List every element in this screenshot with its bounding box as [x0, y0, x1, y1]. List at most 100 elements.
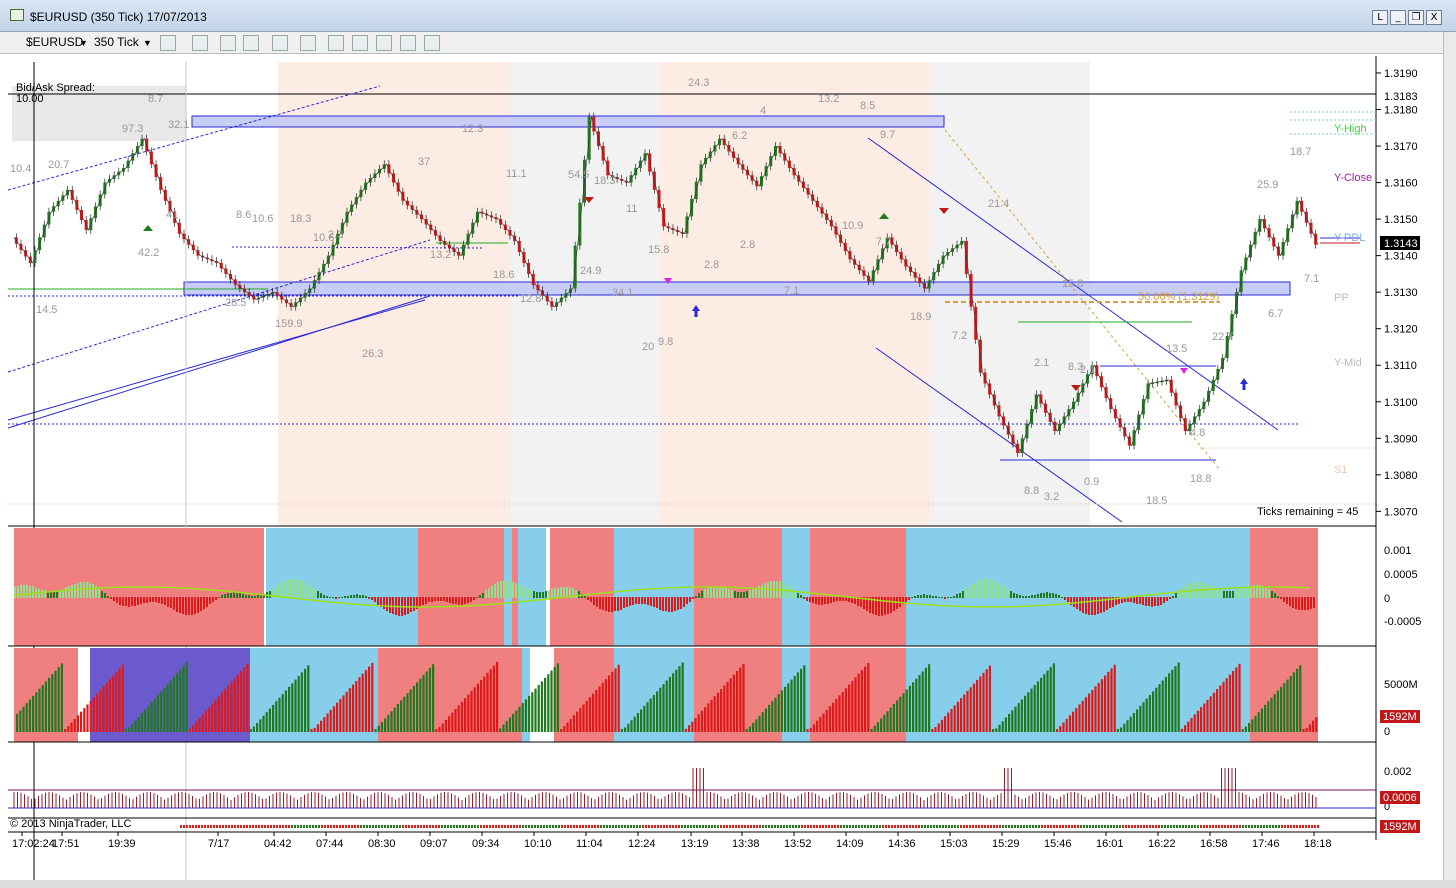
volume-bar	[595, 690, 598, 732]
volume-bar	[307, 665, 310, 732]
mini-volume-bar	[1035, 825, 1037, 828]
volume-bar	[124, 729, 127, 732]
swing-label: 4.8	[1190, 427, 1205, 439]
oscillator-bar	[77, 583, 79, 598]
volume-bar	[1049, 666, 1052, 732]
mini-volume-bar	[1143, 825, 1145, 828]
mini-volume-bar	[705, 825, 707, 828]
mini-volume-bar	[456, 825, 458, 828]
mini-volume-bar	[768, 825, 770, 828]
oscillator-bar	[710, 587, 712, 598]
oscillator-bar	[680, 597, 682, 609]
oscillator-bar	[125, 597, 127, 606]
oscillator-bar	[611, 597, 613, 612]
mini-volume-bar	[771, 825, 773, 828]
mini-volume-bar	[273, 825, 275, 828]
mini-volume-bar	[702, 825, 704, 828]
oscillator-bar	[305, 583, 307, 598]
mini-volume-bar	[552, 825, 554, 828]
volume-bar	[505, 721, 508, 732]
volume-bar	[105, 682, 108, 732]
oscillator-bar	[1169, 597, 1171, 599]
volume-bar	[902, 693, 905, 732]
volume-bar	[320, 720, 323, 732]
volume-bar	[441, 723, 444, 732]
support-zone[interactable]	[183, 281, 1291, 296]
volume-bar	[393, 707, 396, 732]
oscillator-bar	[995, 582, 997, 598]
resistance-zone[interactable]	[191, 115, 945, 128]
volume-bar	[809, 727, 812, 732]
volume-bar	[1161, 680, 1164, 732]
swing-label: 24.3	[688, 77, 709, 89]
bottom-scrollbar[interactable]	[0, 880, 1456, 888]
mini-volume-bar	[897, 825, 899, 828]
mini-volume-bar	[210, 825, 212, 828]
mini-volume-bar	[450, 825, 452, 828]
volume-bar	[422, 675, 425, 732]
volume-bar	[425, 671, 428, 732]
y-mid-label: Y-Mid	[1334, 357, 1362, 369]
volume-bar	[1267, 701, 1270, 732]
volume-bar	[19, 710, 22, 732]
mini-volume-bar	[825, 825, 827, 828]
oscillator-bar	[242, 594, 244, 598]
volume-bar	[1030, 688, 1033, 732]
mini-volume-bar	[789, 825, 791, 828]
oscillator-bar	[410, 597, 412, 612]
volume-bar	[272, 704, 275, 732]
oscillator-bar	[548, 590, 550, 598]
volume-bar	[1305, 727, 1308, 732]
mini-volume-bar	[534, 825, 536, 828]
price-chart[interactable]: Bid/Ask Spread: 10.00 Ticks remaining = …	[0, 0, 1456, 888]
y-tick-label: 1.3120	[1384, 324, 1418, 336]
volume-bar	[748, 726, 751, 732]
volume-bar	[1292, 672, 1295, 732]
volume-bar	[726, 681, 729, 732]
oscillator-bar	[230, 593, 232, 598]
mini-volume-bar	[756, 825, 758, 828]
mini-volume-bar	[195, 825, 197, 828]
mini-volume-bar	[972, 825, 974, 828]
oscillator-bar	[797, 593, 799, 598]
volume-bar	[688, 725, 691, 732]
volume-bar	[201, 714, 204, 732]
mini-volume-bar	[348, 825, 350, 828]
mini-volume-bar	[1200, 825, 1202, 828]
mini-volume-bar	[288, 825, 290, 828]
mini-volume-bar	[447, 825, 449, 828]
volume-bar	[774, 697, 777, 732]
oscillator-bar	[1157, 597, 1159, 606]
volume-bar	[515, 710, 518, 732]
mini-volume-bar	[1056, 825, 1058, 828]
mini-volume-bar	[1008, 825, 1010, 828]
volume-bar	[934, 727, 937, 732]
oscillator-bar	[1088, 597, 1090, 615]
oscillator-bar	[752, 589, 754, 598]
oscillator-bar	[1061, 597, 1063, 598]
volume-bar	[492, 665, 495, 732]
osc-tick-label: 0	[1384, 593, 1390, 605]
volume-bar	[646, 702, 649, 732]
mini-volume-bar	[363, 825, 365, 828]
mini-volume-bar	[852, 825, 854, 828]
oscillator-bar	[320, 593, 322, 598]
mini-volume-bar	[300, 825, 302, 828]
oscillator-bar	[194, 597, 196, 614]
mini-volume-bar	[840, 825, 842, 828]
swing-label: 2.8	[740, 239, 755, 251]
volume-bar	[608, 675, 611, 732]
oscillator-bar	[440, 597, 442, 601]
volume-bar	[659, 687, 662, 732]
mini-volume-bar	[189, 825, 191, 828]
oscillator-bar	[296, 579, 298, 598]
swing-label: 24.9	[580, 265, 601, 277]
oscillator-bar	[1235, 590, 1237, 598]
swing-label: 10.9	[842, 220, 863, 232]
mini-volume-bar	[1299, 825, 1301, 828]
mini-volume-bar	[252, 825, 254, 828]
oscillator-bar	[1091, 597, 1093, 615]
oscillator-bar	[1181, 588, 1183, 598]
oscillator-bar	[890, 597, 892, 613]
mini-volume-bar	[600, 825, 602, 828]
